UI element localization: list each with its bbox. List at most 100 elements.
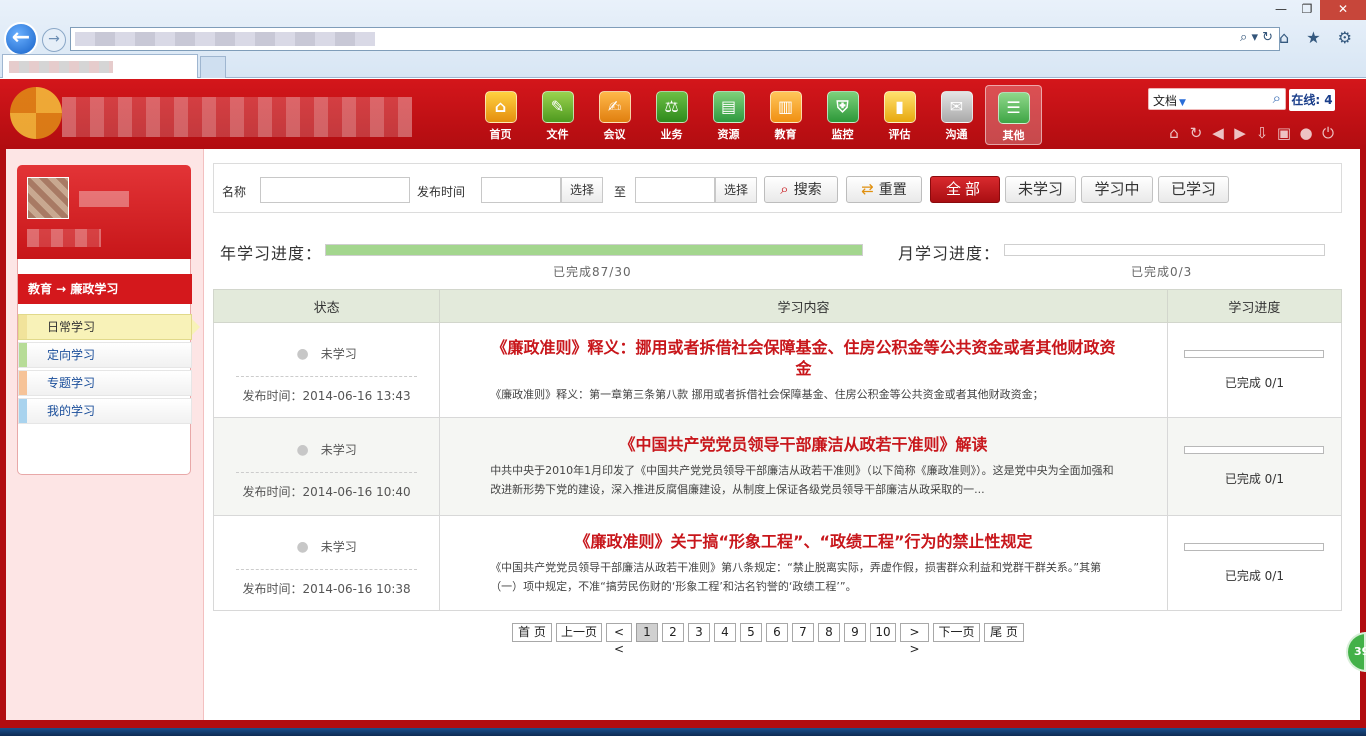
refresh-icon: ⇄ [861, 180, 874, 198]
user-icon[interactable]: ● [1295, 124, 1317, 142]
pager-next-group-button[interactable]: > > [900, 623, 929, 656]
status-line: ● 未学习 [236, 433, 418, 473]
nav-item-gavel[interactable]: ⚖ 业务 [643, 85, 700, 145]
column-header-progress: 学习进度 [1166, 289, 1343, 323]
sidebar: 教育 → 廉政学习 日常学习定向学习专题学习 我的学习 [6, 149, 204, 720]
pager-next-button[interactable]: 下一页 [933, 623, 980, 642]
sidebar-item-marker [19, 371, 27, 395]
sidebar-item-marker [19, 315, 27, 339]
pager-page-9[interactable]: 9 [844, 623, 866, 642]
reset-button[interactable]: ⇄ 重置 [846, 176, 922, 203]
nav-item-mail[interactable]: ✉ 沟通 [928, 85, 985, 145]
nav-item-education[interactable]: ▥ 教育 [757, 85, 814, 145]
sidebar-item-label: 定向学习 [47, 348, 96, 362]
pager-page-8[interactable]: 8 [818, 623, 840, 642]
content-summary: 《廉政准则》释义：第一章第三条第八款 挪用或者拆借社会保障基金、住房公积金等公共… [490, 387, 1044, 401]
sidebar-item[interactable]: 我的学习 [18, 398, 192, 424]
content-summary: 中共中央于2010年1月印发了《中国共产党党员领导干部廉洁从政若干准则》（以下简… [490, 464, 1114, 496]
month-progress-text: 已完成0/3 [1131, 265, 1193, 279]
name-input[interactable] [260, 177, 410, 203]
table-row[interactable]: ● 未学习 发布时间：2014-06-16 10:38 《廉政准则》关于搞“形象工程”… [212, 515, 1343, 611]
power-icon[interactable]: ⏻ [1317, 124, 1339, 142]
bulb-icon: ● [296, 345, 309, 362]
tab-not-learned[interactable]: 未学习 [1005, 176, 1076, 203]
tab-all[interactable]: 全部 [930, 176, 1000, 203]
home-icon[interactable]: ⌂ [1163, 124, 1185, 142]
download-icon[interactable]: ⇩ [1251, 124, 1273, 142]
pager-page-7[interactable]: 7 [792, 623, 814, 642]
nav-item-label: 沟通 [945, 128, 968, 141]
bar-chart-icon: ▮ [883, 91, 916, 123]
forward-icon[interactable]: ▶ [1229, 124, 1251, 142]
window-controls: — ❐ ✕ [1268, 0, 1366, 20]
column-header-content: 学习内容 [439, 289, 1168, 323]
content-title-link[interactable]: 《廉政准则》关于搞“形象工程”、“政绩工程”行为的禁止性规定 [490, 531, 1117, 552]
browser-toolbar: — ❐ ✕ ← → ⌕ ▾ ↻ ⌂ ★ ⚙ [0, 0, 1366, 78]
browser-home-fav-settings-icons[interactable]: ⌂ ★ ⚙ [1279, 28, 1358, 47]
publish-time-label: 发布时间 [417, 185, 466, 199]
pager-page-10[interactable]: 10 [870, 623, 896, 642]
new-tab-button[interactable] [200, 56, 226, 78]
nav-item-home[interactable]: ⌂ 首页 [472, 85, 529, 145]
back-icon[interactable]: ◀ [1207, 124, 1229, 142]
column-header-status: 状态 [212, 289, 441, 323]
sidebar-item[interactable]: 日常学习 [18, 314, 200, 340]
close-button[interactable]: ✕ [1320, 0, 1366, 20]
pager-page-4[interactable]: 4 [714, 623, 736, 642]
pager-page-3[interactable]: 3 [688, 623, 710, 642]
end-date-select-button[interactable]: 选择 [715, 177, 757, 203]
status-cell: ● 未学习 发布时间：2014-06-16 13:43 [212, 322, 441, 418]
header-search[interactable]: 文档 ▼ ⌕ [1148, 88, 1286, 110]
search-icon[interactable]: ⌕ [1273, 89, 1281, 107]
content-summary: 《中国共产党党员领导干部廉洁从政若干准则》第八条规定：“禁止脱离实际，弄虚作假，… [490, 560, 1102, 593]
nav-item-file[interactable]: ✎ 文件 [529, 85, 586, 145]
table-row[interactable]: ● 未学习 发布时间：2014-06-16 13:43 《廉政准则》释义：挪用或者拆借… [212, 322, 1343, 418]
search-category-select[interactable]: 文档 ▼ [1153, 92, 1186, 109]
nav-item-label: 文件 [546, 128, 569, 141]
lock-icon[interactable]: ▣ [1273, 124, 1295, 142]
side-menu: 日常学习定向学习专题学习 我的学习 [18, 314, 200, 426]
refresh-icon[interactable]: ↻ [1185, 124, 1207, 142]
row-progress-text: 已完成 0/1 [1224, 568, 1284, 583]
nav-item-bar-chart[interactable]: ▮ 评估 [871, 85, 928, 145]
minimize-button[interactable]: — [1268, 0, 1294, 20]
breadcrumb: 教育 → 廉政学习 [18, 274, 192, 304]
pager-last-button[interactable]: 尾 页 [984, 623, 1024, 642]
forward-arrow-icon[interactable]: → [42, 28, 66, 52]
site-logo [10, 87, 62, 139]
nav-item-resource[interactable]: ▤ 资源 [700, 85, 757, 145]
pager-page-1[interactable]: 1 [636, 623, 658, 642]
start-date-input[interactable] [481, 177, 561, 203]
frame-bottom [0, 720, 1366, 728]
pager-page-2[interactable]: 2 [662, 623, 684, 642]
browser-tab[interactable] [2, 54, 198, 78]
pager-prev-button[interactable]: 上一页 [556, 623, 602, 642]
bulb-icon: ● [296, 442, 309, 458]
content-title-link[interactable]: 《廉政准则》释义：挪用或者拆借社会保障基金、住房公积金等公共资金或者其他财政资金 [490, 337, 1117, 379]
address-bar[interactable]: ⌕ ▾ ↻ [70, 27, 1280, 51]
pager-first-button[interactable]: 首 页 [512, 623, 552, 642]
start-date-select-button[interactable]: 选择 [561, 177, 603, 203]
pager-page-6[interactable]: 6 [766, 623, 788, 642]
maximize-button[interactable]: ❐ [1294, 0, 1320, 20]
table-row[interactable]: ● 未学习 发布时间：2014-06-16 10:40 《中国共产党党员领导干部廉洁从… [212, 417, 1343, 516]
row-progress-bar [1184, 349, 1325, 358]
pager-page-5[interactable]: 5 [740, 623, 762, 642]
content-title-link[interactable]: 《中国共产党党员领导干部廉洁从政若干准则》解读 [490, 434, 1117, 455]
nav-item-meeting[interactable]: ✍ 会议 [586, 85, 643, 145]
pager-prev-group-button[interactable]: < < [606, 623, 632, 656]
shield-icon: ⛨ [826, 91, 859, 123]
search-button[interactable]: ⌕ 搜索 [764, 176, 838, 203]
site-header: ⌂ 首页 ✎ 文件 ✍ 会议 ⚖ 业务 ▤ 资源 ▥ 教育 ⛨ 监控 ▮ 评估 ✉ 沟通 ☰ 其他 文档 ▼ ⌕ 在线:… [0, 79, 1366, 149]
tab-learning[interactable]: 学习中 [1081, 176, 1153, 203]
sidebar-item[interactable]: 定向学习 [18, 342, 192, 368]
content-cell: 《中国共产党党员领导干部廉洁从政若干准则》解读中共中央于2010年1月印发了《中… [439, 417, 1168, 516]
sidebar-item[interactable]: 专题学习 [18, 370, 192, 396]
nav-item-list[interactable]: ☰ 其他 [985, 85, 1042, 145]
name-label: 名称 [222, 185, 247, 199]
back-arrow-icon[interactable]: ← [4, 22, 38, 56]
tab-learned[interactable]: 已学习 [1158, 176, 1229, 203]
address-tools[interactable]: ⌕ ▾ ↻ [1240, 30, 1273, 45]
nav-item-shield[interactable]: ⛨ 监控 [814, 85, 871, 145]
end-date-input[interactable] [635, 177, 715, 203]
